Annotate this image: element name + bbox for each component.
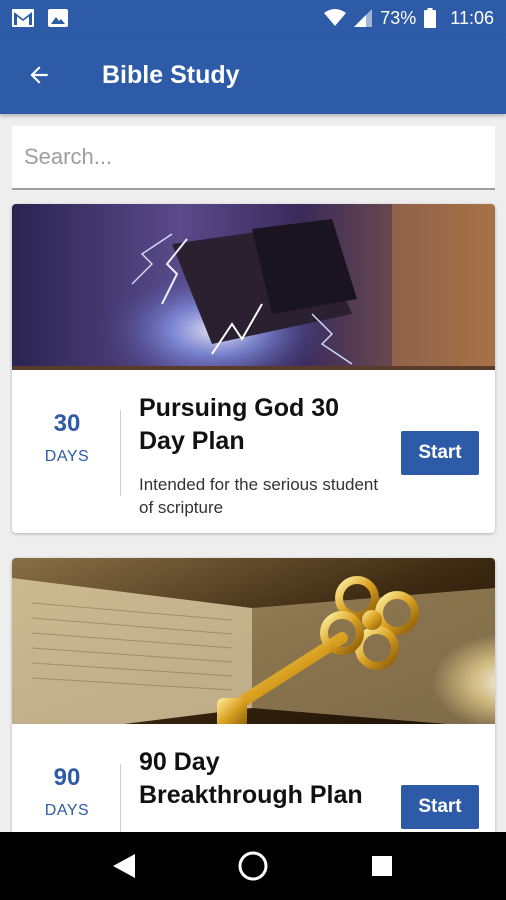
plan-card[interactable]: 90 DAYS 90 Day Breakthrough Plan Start xyxy=(12,558,495,832)
nav-home-button[interactable] xyxy=(223,836,283,896)
recents-square-icon xyxy=(371,856,392,876)
plan-duration: 90 DAYS xyxy=(12,764,122,820)
wifi-icon xyxy=(324,9,347,26)
navigation-bar xyxy=(0,832,506,900)
holy-bible-lightning-image xyxy=(12,204,495,370)
gmail-icon xyxy=(12,9,34,27)
page-title: Bible Study xyxy=(102,60,240,89)
plan-title: 90 Day Breakthrough Plan xyxy=(139,748,363,809)
plan-description: Intended for the serious student of scri… xyxy=(139,475,379,517)
home-circle-icon xyxy=(238,851,268,881)
plan-days-number: 90 xyxy=(53,764,81,791)
app-bar: Bible Study xyxy=(0,36,506,114)
plan-card-body: 90 DAYS 90 Day Breakthrough Plan Start xyxy=(12,724,495,832)
battery-percent: 73% xyxy=(380,7,417,28)
plan-days-unit: DAYS xyxy=(44,802,90,819)
divider xyxy=(120,410,121,496)
battery-icon xyxy=(424,8,437,28)
clock: 11:06 xyxy=(450,7,494,28)
photos-icon xyxy=(48,9,68,27)
status-indicators: 73% 11:06 xyxy=(324,8,494,29)
plan-days-unit: DAYS xyxy=(44,448,90,465)
search-box[interactable] xyxy=(12,126,495,190)
plan-card[interactable]: 30 DAYS Pursuing God 30 Day Plan Intende… xyxy=(12,204,495,533)
plan-list[interactable]: 30 DAYS Pursuing God 30 Day Plan Intende… xyxy=(0,114,506,832)
divider xyxy=(120,764,121,832)
plan-duration: 30 DAYS xyxy=(12,410,122,466)
back-button[interactable] xyxy=(0,36,78,114)
status-bar: 73% 11:06 xyxy=(0,0,506,36)
golden-key-open-bible-image xyxy=(12,558,495,724)
signal-icon xyxy=(354,9,373,27)
nav-recents-button[interactable] xyxy=(352,836,412,896)
start-button[interactable]: Start xyxy=(401,785,479,829)
plan-title: Pursuing God 30 Day Plan xyxy=(139,394,340,455)
back-triangle-icon xyxy=(113,854,136,878)
notification-icons xyxy=(12,9,68,27)
start-button[interactable]: Start xyxy=(401,431,479,475)
plan-days-number: 30 xyxy=(53,410,81,437)
plan-card-body: 30 DAYS Pursuing God 30 Day Plan Intende… xyxy=(12,370,495,533)
nav-back-button[interactable] xyxy=(94,836,154,896)
search-input[interactable] xyxy=(24,126,495,188)
arrow-back-icon xyxy=(30,66,48,84)
